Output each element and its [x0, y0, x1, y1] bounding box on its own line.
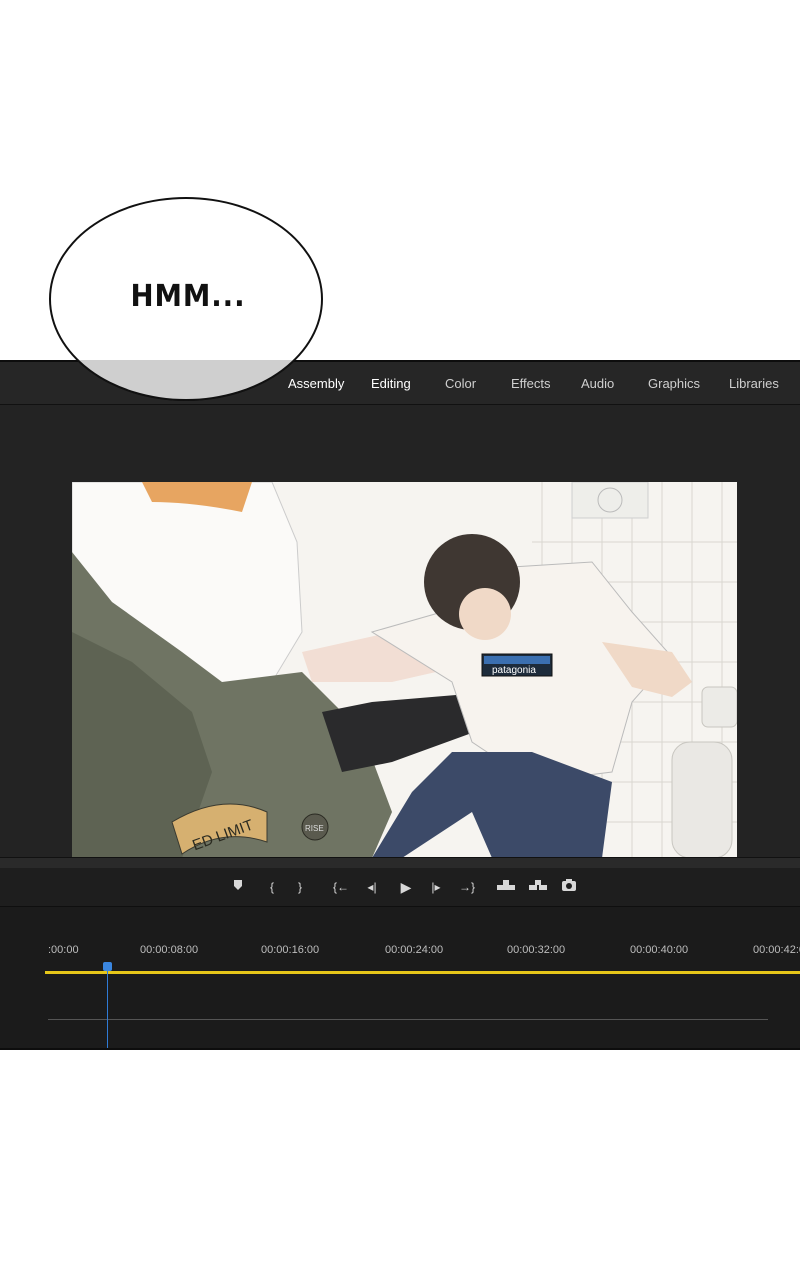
- speech-bubble: HMM...: [49, 197, 323, 401]
- transport-controls: { } {← ◂| ▶ |▸ →}: [0, 868, 800, 906]
- timecode-label: :00:00: [48, 944, 79, 956]
- go-to-out-icon[interactable]: →}: [457, 878, 477, 896]
- go-to-in-icon[interactable]: {←: [332, 878, 350, 896]
- export-frame-icon[interactable]: [561, 878, 577, 896]
- timecode-label: 00:00:32:00: [507, 944, 566, 956]
- timecode-label: 00:00:16:00: [261, 944, 320, 956]
- comic-illustration: ED LIMIT RISE patagonia: [72, 482, 737, 858]
- timecode-label: 00:00:24:00: [385, 944, 444, 956]
- playhead-handle[interactable]: [103, 962, 112, 971]
- timecode-label: 00:00:42:0: [753, 944, 800, 956]
- lift-icon[interactable]: [496, 878, 516, 896]
- tab-libraries[interactable]: Libraries: [729, 376, 779, 391]
- mark-in-icon[interactable]: {: [266, 878, 278, 896]
- video-editor-window: Assembly Editing Color Effects Audio Gra…: [0, 360, 800, 1050]
- tab-color[interactable]: Color: [445, 376, 476, 391]
- timecode-label: 00:00:08:00: [140, 944, 199, 956]
- timeline-panel[interactable]: :00:00 00:00:08:00 00:00:16:00 00:00:24:…: [0, 906, 800, 1048]
- playhead-line[interactable]: [107, 967, 108, 1048]
- speech-bubble-text: HMM...: [130, 279, 246, 314]
- extract-icon[interactable]: [528, 878, 548, 896]
- video-frame[interactable]: ED LIMIT RISE patagonia: [72, 482, 737, 858]
- track-divider: [48, 1019, 768, 1020]
- program-monitor: ED LIMIT RISE patagonia: [0, 405, 800, 858]
- shirt-logo-text: patagonia: [492, 665, 536, 676]
- tab-audio[interactable]: Audio: [581, 376, 614, 391]
- tab-graphics[interactable]: Graphics: [648, 376, 700, 391]
- play-icon[interactable]: ▶: [398, 878, 414, 896]
- tab-editing[interactable]: Editing: [371, 376, 411, 391]
- add-marker-icon[interactable]: [232, 878, 244, 896]
- jacket-badge-text: RISE: [305, 824, 324, 833]
- tab-effects[interactable]: Effects: [511, 376, 551, 391]
- step-back-icon[interactable]: ◂|: [364, 878, 380, 896]
- mark-out-icon[interactable]: }: [294, 878, 306, 896]
- timecode-label: 00:00:40:00: [630, 944, 689, 956]
- tab-assembly[interactable]: Assembly: [288, 376, 344, 391]
- work-area-bar[interactable]: [45, 971, 800, 974]
- step-forward-icon[interactable]: |▸: [428, 878, 444, 896]
